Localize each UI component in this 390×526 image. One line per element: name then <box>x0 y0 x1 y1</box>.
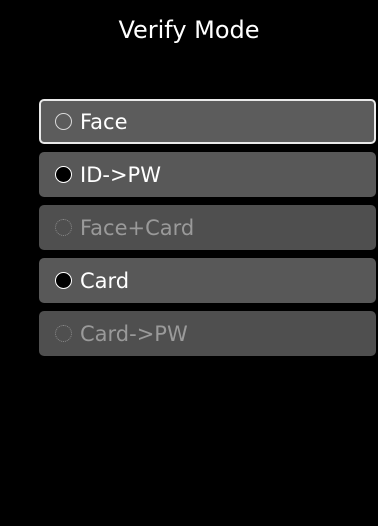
option-card[interactable]: Card <box>39 258 376 303</box>
option-face-card[interactable]: Face+Card <box>39 205 376 250</box>
option-label: Card->PW <box>80 321 188 346</box>
verify-mode-list: Face ID->PW Face+Card Card Card->PW <box>39 99 376 364</box>
option-id-pw[interactable]: ID->PW <box>39 152 376 197</box>
option-label: Card <box>80 268 130 293</box>
radio-filled-icon <box>55 272 72 289</box>
radio-dotted-icon <box>55 219 72 236</box>
option-label: Face+Card <box>80 215 195 240</box>
radio-filled-icon <box>55 166 72 183</box>
option-label: Face <box>80 109 128 134</box>
option-card-pw[interactable]: Card->PW <box>39 311 376 356</box>
radio-hollow-icon <box>55 113 72 130</box>
page-title: Verify Mode <box>118 16 260 44</box>
radio-dotted-icon <box>55 325 72 342</box>
device-screen: Verify Mode Face ID->PW Face+Card Card C… <box>0 0 378 526</box>
option-face[interactable]: Face <box>39 99 376 144</box>
option-label: ID->PW <box>80 162 161 187</box>
